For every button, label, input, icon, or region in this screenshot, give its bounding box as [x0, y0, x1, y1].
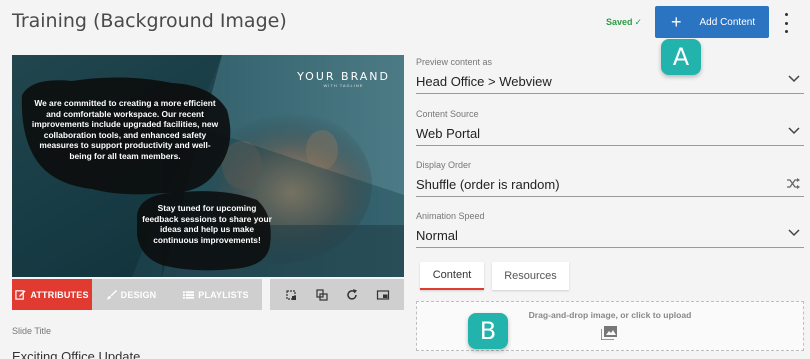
field-underline — [416, 93, 804, 94]
saved-label: Saved — [606, 17, 633, 27]
slide-preview[interactable]: YOUR BRAND WITH TAGLINE We are committed… — [12, 55, 404, 277]
tab-design-label: DESIGN — [120, 289, 157, 300]
crop-icon[interactable] — [281, 285, 301, 305]
slide-title-label: Slide Title — [12, 326, 52, 336]
tab-attributes-label: ATTRIBUTES — [30, 289, 89, 300]
brush-icon — [106, 289, 117, 300]
preview-tools — [270, 279, 404, 310]
animation-speed-value: Normal — [416, 228, 458, 243]
brand-tagline: WITH TAGLINE — [323, 83, 364, 88]
preview-message-secondary: Stay tuned for upcoming feedback session… — [142, 203, 272, 245]
edit-icon — [15, 290, 26, 300]
plus-icon: + — [671, 12, 682, 32]
preview-as-value: Head Office > Webview — [416, 74, 552, 89]
preview-message-main: We are committed to creating a more effi… — [31, 98, 219, 161]
chevron-down-icon — [788, 229, 800, 237]
check-icon: ✓ — [634, 17, 643, 27]
saved-status: Saved ✓ — [606, 17, 642, 28]
brand-logo: YOUR BRAND WITH TAGLINE — [297, 70, 390, 88]
chevron-down-icon — [788, 75, 800, 83]
tab-design[interactable]: DESIGN — [92, 279, 170, 310]
tab-resources[interactable]: Resources — [492, 262, 569, 290]
chevron-down-icon — [788, 127, 800, 135]
brand-name: YOUR BRAND — [297, 70, 390, 83]
image-icon — [601, 326, 617, 340]
add-content-label: Add Content — [699, 16, 756, 28]
content-source-label: Content Source — [416, 109, 479, 119]
callout-badge-b: B — [468, 313, 508, 349]
tab-playlists[interactable]: PLAYLISTS — [170, 279, 262, 310]
callout-badge-a: A — [661, 39, 701, 75]
display-order-label: Display Order — [416, 160, 472, 170]
tab-content[interactable]: Content — [420, 262, 484, 290]
field-underline — [416, 196, 804, 197]
list-icon — [183, 290, 195, 299]
slide-title-input[interactable]: Exciting Office Update — [12, 349, 140, 359]
tab-spacer — [262, 279, 270, 310]
slide-tab-bar: ATTRIBUTES DESIGN PLAYLISTS — [12, 279, 404, 310]
animation-speed-label: Animation Speed — [416, 211, 485, 221]
tab-playlists-label: PLAYLISTS — [198, 289, 249, 300]
field-underline — [416, 145, 804, 146]
picture-in-picture-icon[interactable] — [373, 285, 393, 305]
field-underline — [416, 247, 804, 248]
add-content-button[interactable]: + Add Content — [655, 6, 769, 38]
shuffle-icon — [787, 178, 800, 189]
refresh-icon[interactable] — [342, 285, 362, 305]
tab-attributes[interactable]: ATTRIBUTES — [12, 279, 92, 310]
page-title: Training (Background Image) — [12, 10, 287, 32]
kebab-menu-icon[interactable] — [780, 13, 792, 33]
layers-icon[interactable] — [312, 285, 332, 305]
preview-as-label: Preview content as — [416, 57, 493, 67]
display-order-value: Shuffle (order is random) — [416, 177, 560, 192]
content-source-value: Web Portal — [416, 126, 481, 141]
app-page: Training (Background Image) Saved ✓ + Add… — [0, 0, 810, 359]
